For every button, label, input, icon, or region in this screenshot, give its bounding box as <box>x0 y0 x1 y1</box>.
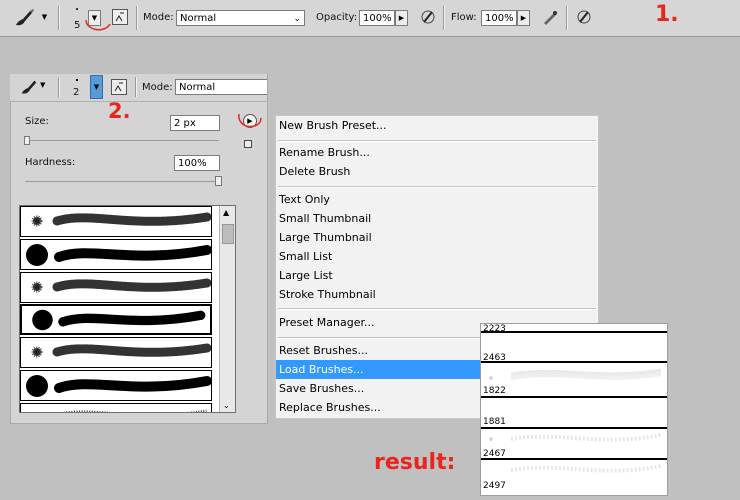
brush-preset-row[interactable] <box>20 304 212 335</box>
menu-separator <box>278 140 596 141</box>
brush-preset-row[interactable] <box>20 239 212 270</box>
brush-preset-row[interactable] <box>20 403 212 412</box>
brush-preset-row[interactable] <box>20 206 212 237</box>
menu-item-save-brushes[interactable]: Save Brushes... <box>279 379 364 398</box>
brush-preset-row[interactable] <box>20 272 212 303</box>
result-brush-row[interactable] <box>481 364 667 396</box>
brush-dot-icon <box>76 79 78 81</box>
tool-preset-dropdown[interactable]: ▼ <box>40 81 45 89</box>
result-brush-number: 2497 <box>483 481 506 491</box>
scroll-down-arrow-icon[interactable]: ⌄ <box>223 401 230 410</box>
result-brush-row[interactable] <box>481 396 667 428</box>
brush-dot-icon <box>76 8 78 10</box>
menu-item-stroke-thumbnail[interactable]: Stroke Thumbnail <box>279 285 376 304</box>
result-brush-row[interactable] <box>481 458 667 490</box>
brush-size-value: 2 <box>73 87 80 98</box>
chevron-down-icon: ⌄ <box>293 14 301 24</box>
result-brush-list: 2223 2463 1822 1881 2467 2497 <box>480 323 668 496</box>
brush-list-scrollbar[interactable]: ▲ ⌄ <box>219 206 235 412</box>
menu-item-small-thumbnail[interactable]: Small Thumbnail <box>279 209 371 228</box>
size-input[interactable]: 2 px <box>170 115 220 131</box>
scroll-thumb[interactable] <box>222 224 234 244</box>
tablet-pressure-size-icon[interactable] <box>575 8 593 26</box>
brushes-panel-toggle-icon[interactable] <box>111 79 127 95</box>
menu-item-reset-brushes[interactable]: Reset Brushes... <box>279 341 368 360</box>
annotation-label-1: 1. <box>655 2 679 27</box>
result-brush-number: 1881 <box>483 417 506 427</box>
mode-select[interactable]: Normal ⌄ <box>176 10 305 26</box>
menu-item-load-brushes[interactable]: Load Brushes... <box>276 360 484 379</box>
menu-item-large-thumbnail[interactable]: Large Thumbnail <box>279 228 372 247</box>
result-brush-row[interactable] <box>481 331 667 363</box>
opacity-input[interactable]: 100% <box>359 10 395 26</box>
hardness-input[interactable]: 100% <box>174 155 220 171</box>
size-value: 2 px <box>174 118 196 129</box>
mode-select-value: Normal <box>180 13 217 24</box>
hardness-value: 100% <box>178 158 207 169</box>
annotation-label-2: 2. <box>108 99 131 123</box>
size-slider-thumb[interactable] <box>24 136 30 145</box>
annotation-circle-1 <box>85 19 111 31</box>
mode-select[interactable]: Normal <box>175 79 267 95</box>
brush-picker-button[interactable]: ▼ <box>90 75 103 99</box>
menu-item-small-list[interactable]: Small List <box>279 247 332 266</box>
flow-value: 100% <box>485 13 514 24</box>
brush-tool-icon[interactable] <box>12 7 36 29</box>
size-slider-track[interactable] <box>25 140 219 141</box>
brush-preset-list: ▲ ⌄ <box>19 205 236 413</box>
brush-size-value: 5 <box>74 20 81 31</box>
flow-label: Flow: <box>451 12 477 23</box>
menu-item-text-only[interactable]: Text Only <box>279 190 330 209</box>
menu-item-rename-brush[interactable]: Rename Brush... <box>279 143 370 162</box>
flow-slider-button[interactable]: ▶ <box>517 10 530 26</box>
menu-item-replace-brushes[interactable]: Replace Brushes... <box>279 398 381 417</box>
mode-label: Mode: <box>142 82 173 93</box>
save-preset-icon[interactable] <box>244 140 252 148</box>
brush-preset-row[interactable] <box>20 337 212 368</box>
tablet-pressure-opacity-icon[interactable] <box>419 8 437 26</box>
opacity-slider-button[interactable]: ▶ <box>395 10 408 26</box>
options-bar: ▼ 5 ▼ Mode: Normal ⌄ Opacity: 100% ▶ Flo… <box>0 0 740 37</box>
mode-label: Mode: <box>143 12 174 23</box>
menu-separator <box>278 308 596 309</box>
panel-options-bar: ▼ 2 ▼ Mode: Normal <box>10 74 267 102</box>
annotation-circle-2 <box>238 113 262 128</box>
hardness-slider-thumb[interactable] <box>215 176 222 186</box>
result-label: result: <box>374 450 456 475</box>
hardness-label: Hardness: <box>25 157 76 168</box>
result-brush-row[interactable] <box>481 427 667 459</box>
hardness-slider-track[interactable] <box>25 181 219 182</box>
brushes-panel-toggle-icon[interactable] <box>112 9 128 25</box>
size-label: Size: <box>25 116 49 127</box>
menu-item-large-list[interactable]: Large List <box>279 266 333 285</box>
menu-item-preset-manager[interactable]: Preset Manager... <box>279 313 375 332</box>
menu-item-delete-brush[interactable]: Delete Brush <box>279 162 350 181</box>
tool-preset-dropdown[interactable]: ▼ <box>38 10 51 26</box>
brush-tool-icon[interactable] <box>18 77 40 97</box>
menu-item-new-brush-preset[interactable]: New Brush Preset... <box>279 116 387 135</box>
opacity-value: 100% <box>363 13 392 24</box>
brush-preset-row[interactable] <box>20 370 212 401</box>
menu-separator <box>278 186 596 187</box>
airbrush-icon[interactable] <box>541 8 559 26</box>
scroll-up-arrow-icon[interactable]: ▲ <box>223 208 229 217</box>
mode-select-value: Normal <box>179 82 216 93</box>
opacity-label: Opacity: <box>316 12 358 23</box>
flow-input[interactable]: 100% <box>481 10 517 26</box>
